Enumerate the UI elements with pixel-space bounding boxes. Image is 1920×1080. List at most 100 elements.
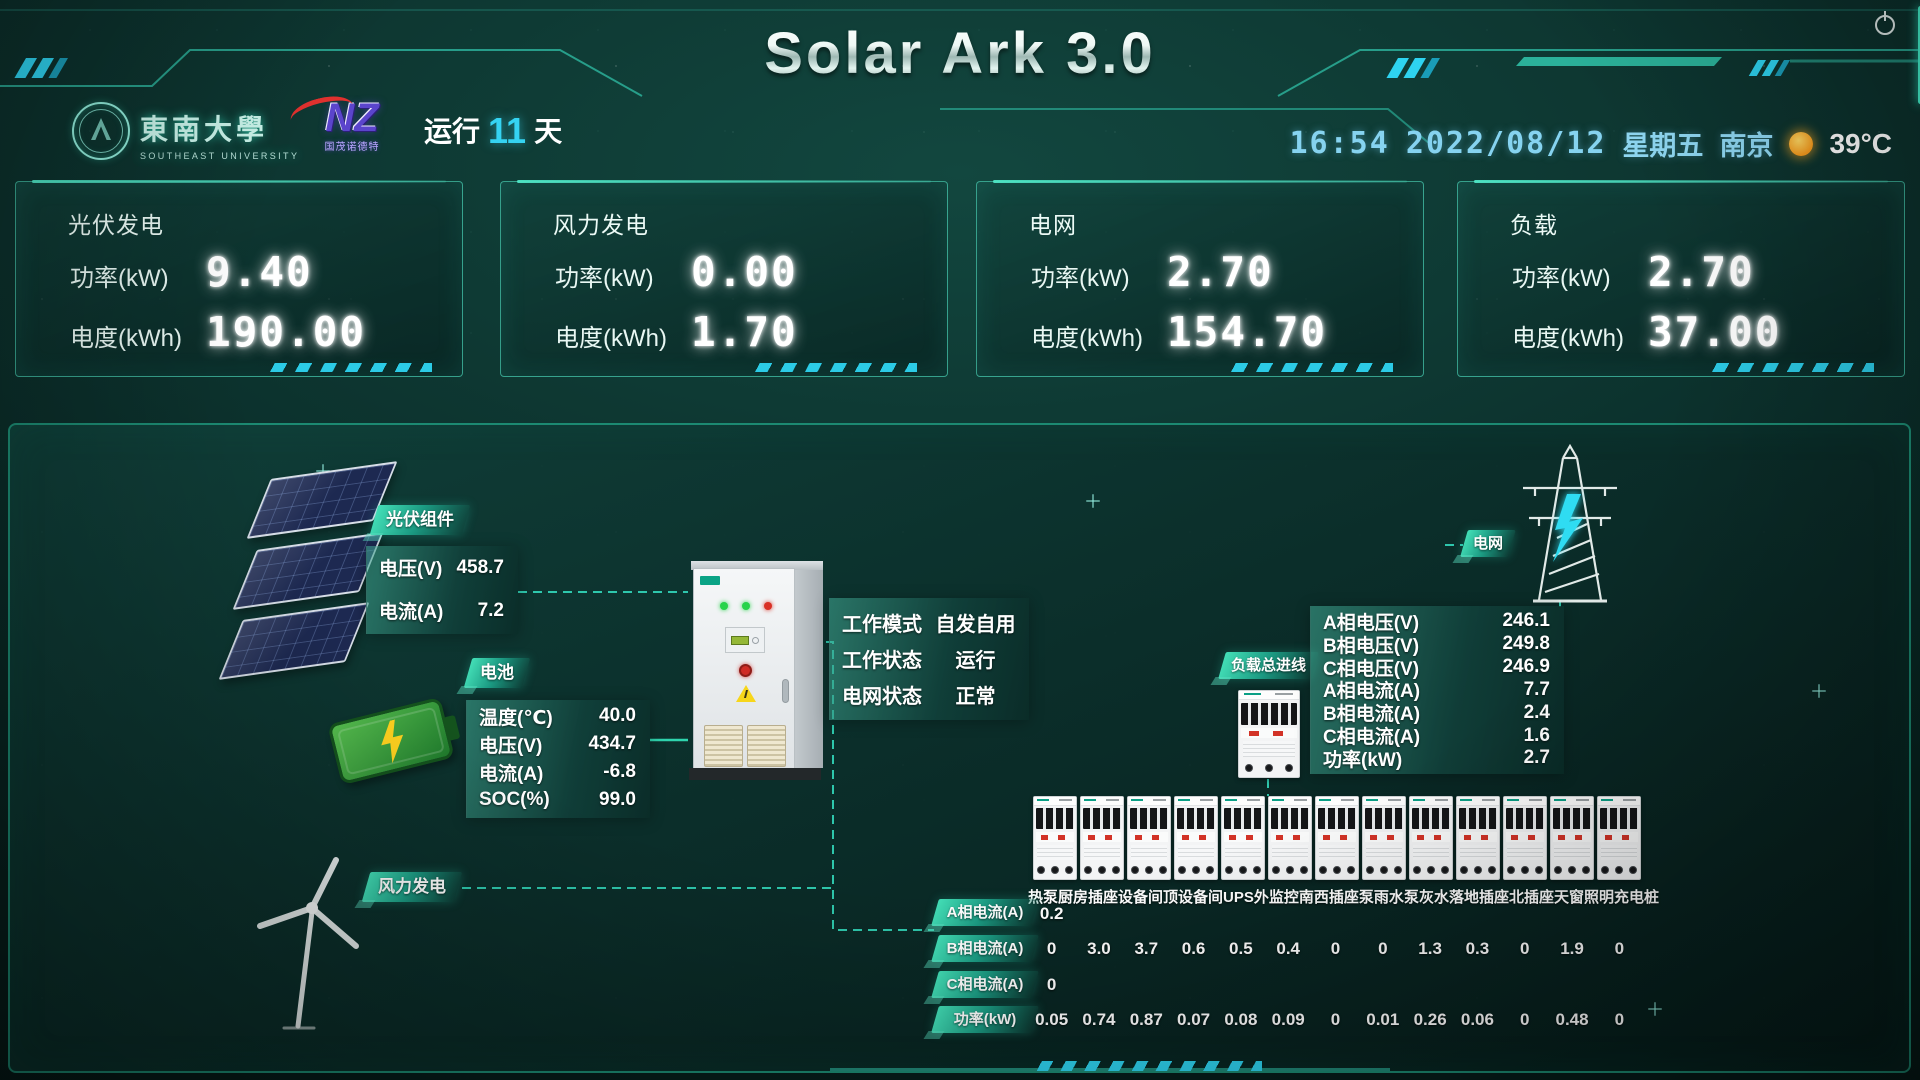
- load-value-c-current: [1501, 975, 1548, 995]
- load-value-c-current: [1548, 975, 1595, 995]
- work-mode-label: 工作模式: [830, 608, 922, 637]
- feeder-power-label: 功率(kW): [1311, 745, 1402, 772]
- feeder-phase-panel: A相电压(V)246.1 B相电压(V)249.8 C相电压(V)246.9 A…: [1310, 606, 1564, 774]
- runtime-prefix: 运行: [424, 116, 480, 147]
- seu-university-name: 東南大學 SOUTHEAST UNIVERSITY: [140, 108, 299, 161]
- load-value-b-current: 3.7: [1123, 939, 1170, 959]
- pv-current-value: 7.2: [478, 600, 518, 622]
- pv-voltage-label: 电压(V): [367, 554, 442, 581]
- load-value-b-current: 0: [1312, 939, 1359, 959]
- load-value-c-current: [1217, 975, 1264, 995]
- card-title: 风力发电: [553, 206, 649, 240]
- cabinet-handle: [782, 679, 789, 703]
- breaker-dials: [1034, 863, 1076, 876]
- breaker-toggles: [1506, 808, 1545, 829]
- breaker-indicator: [1506, 832, 1545, 842]
- load-value-c-current: [1454, 975, 1501, 995]
- breaker-label-area: [1319, 845, 1356, 861]
- pv-current-label: 电流(A): [367, 597, 443, 624]
- cabinet-side: [795, 569, 823, 768]
- breaker-brand-strip: [1363, 797, 1405, 806]
- load-value-power: 0.48: [1548, 1010, 1595, 1030]
- breaker-label-area: [1225, 845, 1262, 861]
- load-value-power: 0.07: [1170, 1010, 1217, 1030]
- clock-time: 16:54: [1290, 126, 1390, 161]
- breaker-strip: [1033, 796, 1645, 880]
- seu-subtitle-text: SOUTHEAST UNIVERSITY: [140, 151, 299, 161]
- battery-row: 温度(℃)40.0: [467, 702, 650, 730]
- warning-triangle-icon: [736, 685, 756, 702]
- breaker-toggles: [1130, 808, 1169, 829]
- card-label: 功率(kW): [1512, 258, 1611, 293]
- pv-module-banner: 光伏组件: [374, 505, 466, 535]
- circuit-breaker: [1221, 796, 1265, 880]
- card-value: 154.70: [1167, 308, 1327, 356]
- load-value-b-current: 3.0: [1075, 939, 1122, 959]
- city-label: 南京: [1719, 124, 1773, 163]
- battery-row: 电压(V)434.7: [467, 730, 650, 758]
- breaker-brand-strip: [1128, 797, 1170, 806]
- card-slash-decor: [749, 363, 917, 372]
- battery-temp-value: 40.0: [599, 705, 650, 727]
- breaker-label-area: [1084, 845, 1121, 861]
- load-value-b-current: 0.4: [1265, 939, 1312, 959]
- breaker-indicator: [1365, 832, 1404, 842]
- grid-tower-graphic: [1505, 444, 1635, 604]
- breaker-dials: [1128, 863, 1170, 876]
- pv-row: 电流(A) 7.2: [367, 589, 518, 632]
- card-title: 光伏发电: [68, 206, 164, 240]
- phase-row: 功率(kW)2.7: [1311, 748, 1564, 769]
- card-slash-decor: [1706, 363, 1874, 372]
- circuit-breaker: [1503, 796, 1547, 880]
- card-label: 电度(kWh): [1512, 318, 1624, 353]
- breaker-indicator: [1271, 832, 1310, 842]
- power-icon: [1875, 15, 1895, 35]
- load-value-a-current: [1501, 904, 1548, 924]
- load-value-power: 0.05: [1028, 1010, 1075, 1030]
- load-value-b-current: 0.6: [1170, 939, 1217, 959]
- breaker-toggles: [1600, 808, 1639, 829]
- row-banner-c-current: C相电流(A): [935, 971, 1035, 998]
- stat-card-grid: 电网 功率(kW) 2.70 电度(kWh) 154.70: [976, 181, 1424, 377]
- load-value-c-current: 0: [1028, 975, 1075, 995]
- sparkle-icon: [1648, 1002, 1662, 1016]
- card-label: 功率(kW): [1031, 258, 1130, 293]
- load-value-power: 0.74: [1075, 1010, 1122, 1030]
- breaker-dials: [1551, 863, 1593, 876]
- power-button[interactable]: [1868, 8, 1904, 44]
- breaker-indicator: [1553, 832, 1592, 842]
- battery-current-label: 电流(A): [467, 759, 543, 786]
- wind-turbine-graphic: [238, 848, 368, 1033]
- circuit-breaker: [1456, 796, 1500, 880]
- load-value-power: 0.01: [1359, 1010, 1406, 1030]
- breaker-dials: [1410, 863, 1452, 876]
- card-label: 电度(kWh): [555, 318, 667, 353]
- phase-row: A相电压(V)246.1: [1311, 611, 1564, 632]
- breaker-label-area: [1413, 845, 1450, 861]
- load-value-c-current: [1359, 975, 1406, 995]
- breaker-brand-strip: [1551, 797, 1593, 806]
- phase-c-current-value: 1.6: [1524, 725, 1564, 747]
- feeder-banner: 负载总进线: [1222, 652, 1315, 679]
- load-value-a-current: [1075, 904, 1122, 924]
- battery-voltage-value: 434.7: [588, 733, 650, 755]
- card-label: 电度(kWh): [70, 318, 182, 353]
- breaker-brand-strip: [1316, 797, 1358, 806]
- work-state-value: 运行: [956, 644, 996, 673]
- card-label: 电度(kWh): [1031, 318, 1143, 353]
- partner-logo-subtitle: 国茂诺德特: [296, 138, 408, 153]
- inverter-cabinet-graphic: [685, 555, 825, 783]
- load-value-a-current: 0.2: [1028, 904, 1075, 924]
- seu-university-logo: [72, 102, 130, 160]
- row-banner-b-current: B相电流(A): [935, 935, 1035, 962]
- phase-row: B相电流(A)2.4: [1311, 702, 1564, 723]
- emergency-stop-button-icon: [739, 664, 752, 677]
- page-title: Solar Ark 3.0: [0, 20, 1920, 87]
- breaker-brand-strip: [1222, 797, 1264, 806]
- breaker-toggles: [1459, 808, 1498, 829]
- load-value-a-current: [1406, 904, 1453, 924]
- load-value-b-current: 1.3: [1406, 939, 1453, 959]
- phase-row: C相电压(V)246.9: [1311, 657, 1564, 678]
- load-value-c-current: [1170, 975, 1217, 995]
- circuit-breaker: [1033, 796, 1077, 880]
